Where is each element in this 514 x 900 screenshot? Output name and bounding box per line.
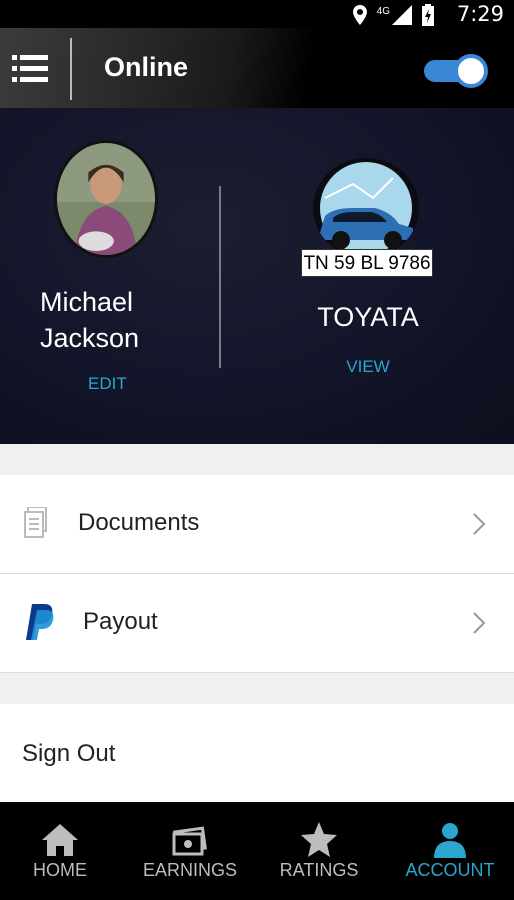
- profile-last-name: Jackson: [40, 323, 140, 353]
- nav-home-label: HOME: [33, 860, 87, 880]
- appbar-divider: [70, 38, 72, 100]
- documents-label: Documents: [78, 509, 200, 536]
- vehicle-image[interactable]: [313, 158, 419, 258]
- car-icon: [319, 162, 413, 254]
- profile-divider: [219, 186, 221, 368]
- documents-row[interactable]: Documents: [0, 475, 514, 574]
- payout-label: Payout: [83, 608, 158, 635]
- nav-earnings[interactable]: EARNINGS: [130, 802, 250, 900]
- signal-icon: [392, 5, 412, 25]
- online-toggle[interactable]: [424, 54, 488, 88]
- toggle-knob: [454, 54, 488, 88]
- battery-charging-icon: [422, 4, 434, 26]
- license-plate: TN 59 BL 9786: [301, 249, 433, 277]
- app-bar: Online: [0, 28, 514, 108]
- clock: 7:29: [456, 2, 504, 26]
- nav-home[interactable]: HOME: [0, 802, 120, 900]
- nav-ratings-label: RATINGS: [279, 860, 359, 880]
- page-title: Online: [104, 52, 189, 82]
- documents-icon: [24, 507, 47, 538]
- star-icon: [301, 822, 337, 857]
- home-icon: [42, 824, 78, 856]
- chevron-right-icon: [473, 612, 486, 634]
- person-icon: [434, 823, 466, 858]
- paypal-icon: [26, 604, 54, 640]
- vehicle-name: TOYATA: [317, 302, 419, 332]
- view-vehicle-link[interactable]: VIEW: [300, 357, 436, 377]
- bottom-nav: HOME EARNINGS RATINGS ACCOUNT: [0, 802, 514, 900]
- menu-icon[interactable]: [12, 55, 48, 83]
- avatar[interactable]: [54, 140, 158, 258]
- nav-account[interactable]: ACCOUNT: [390, 802, 510, 900]
- avatar-photo: [57, 143, 155, 255]
- network-type: 4G: [376, 5, 390, 17]
- sign-out-row[interactable]: Sign Out: [0, 704, 514, 802]
- status-bar: 4G 7:29: [0, 0, 514, 28]
- edit-profile-link[interactable]: EDIT: [88, 374, 127, 394]
- payout-row[interactable]: Payout: [0, 574, 514, 673]
- earnings-icon: [172, 826, 207, 856]
- sign-out-label: Sign Out: [22, 740, 116, 767]
- nav-account-label: ACCOUNT: [405, 860, 495, 880]
- status-icons: 4G: [352, 4, 434, 26]
- location-icon: [352, 5, 367, 25]
- nav-ratings[interactable]: RATINGS: [260, 802, 378, 900]
- nav-earnings-label: EARNINGS: [142, 860, 238, 880]
- profile-name: Michael Jackson: [40, 284, 139, 356]
- chevron-right-icon: [473, 513, 486, 535]
- profile-first-name: Michael: [40, 287, 134, 317]
- profile-header: Michael Jackson EDIT TN 59 BL 9786 TOYAT…: [0, 108, 514, 444]
